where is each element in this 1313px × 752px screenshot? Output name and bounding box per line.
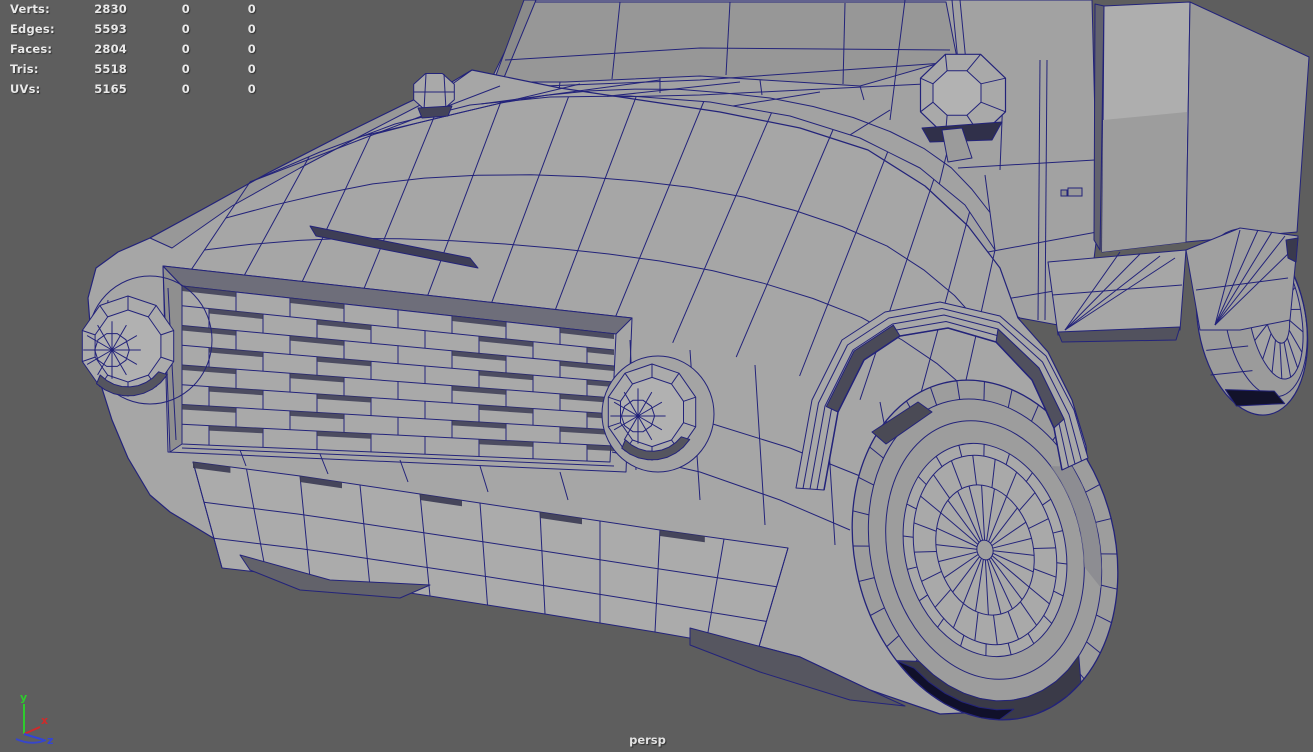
hud-faces-col2: 0	[181, 42, 190, 56]
hud-row-uvs: UVs: 5165 0 0	[0, 82, 300, 97]
hud-row-verts: Verts: 2830 0 0	[0, 2, 300, 17]
hud-uvs-col3: 0	[247, 82, 256, 96]
axis-z-label: z	[47, 734, 53, 746]
3d-viewport[interactable]: Verts: 2830 0 0 Edges: 5593 0 0 Faces: 2…	[0, 0, 1313, 752]
poly-count-hud: Verts: 2830 0 0 Edges: 5593 0 0 Faces: 2…	[0, 0, 300, 110]
truck-model-wireframe	[81, 0, 1310, 721]
hud-edges-col3: 0	[247, 22, 256, 36]
hud-row-tris: Tris: 5518 0 0	[0, 62, 300, 77]
hud-tris-col3: 0	[247, 62, 256, 76]
hud-faces-col3: 0	[247, 42, 256, 56]
hud-tris-col2: 0	[181, 62, 190, 76]
hud-edges-total: 5593	[94, 22, 127, 36]
hud-row-edges: Edges: 5593 0 0	[0, 22, 300, 37]
hud-edges-col2: 0	[181, 22, 190, 36]
axis-gizmo-icon: y xz	[15, 691, 53, 746]
axis-y-label: y	[20, 691, 27, 704]
hud-faces-total: 2804	[94, 42, 127, 56]
hud-tris-total: 5518	[94, 62, 127, 76]
hud-verts-col2: 0	[181, 2, 190, 16]
hud-row-faces: Faces: 2804 0 0	[0, 42, 300, 57]
hud-uvs-total: 5165	[94, 82, 127, 96]
axis-x-label: x	[41, 714, 48, 727]
hud-verts-col3: 0	[247, 2, 256, 16]
camera-name-label: persp	[629, 733, 666, 747]
hud-uvs-col2: 0	[181, 82, 190, 96]
hud-verts-total: 2830	[94, 2, 127, 16]
